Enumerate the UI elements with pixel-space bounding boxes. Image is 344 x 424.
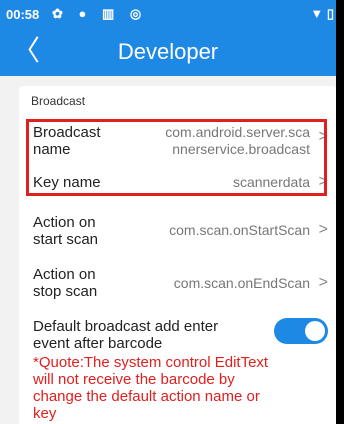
status-bar: 00:58 ✿ ● ▥ ◎ ▼ ▯ (0, 0, 336, 30)
action-stop-scan-value: com.scan.onEndScan (173, 275, 310, 291)
settings-card: Broadcast Broadcast name com.android.ser… (19, 86, 336, 424)
screen-edge (336, 0, 344, 424)
highlight-box (26, 119, 327, 196)
action-start-scan-row[interactable]: Action on start scan com.scan.onStartSca… (19, 210, 336, 250)
toggle-knob (305, 321, 325, 341)
chevron-right-icon: > (318, 274, 328, 291)
signal-icons: ▼ ▯ (310, 6, 334, 21)
action-stop-scan-row[interactable]: Action on stop scan com.scan.onEndScan > (19, 262, 336, 302)
enter-event-toggle[interactable] (274, 318, 328, 344)
enter-event-label: Default broadcast add enter event after … (33, 318, 219, 352)
action-stop-scan-label: Action on stop scan (33, 266, 98, 300)
action-start-scan-label: Action on start scan (33, 214, 99, 248)
status-time: 00:58 (6, 7, 40, 22)
status-icons: ✿ ● ▥ ◎ (52, 6, 148, 21)
warning-note: *Quote:The system control EditText will … (33, 354, 269, 422)
page-title: Developer (117, 39, 219, 64)
section-title: Broadcast (31, 94, 86, 108)
chevron-right-icon: > (318, 221, 328, 238)
action-start-scan-value: com.scan.onStartScan (169, 222, 310, 238)
screen: 00:58 ✿ ● ▥ ◎ ▼ ▯ 〈 Developer Broadcast … (0, 0, 336, 424)
app-bar: 〈 Developer (0, 30, 336, 76)
